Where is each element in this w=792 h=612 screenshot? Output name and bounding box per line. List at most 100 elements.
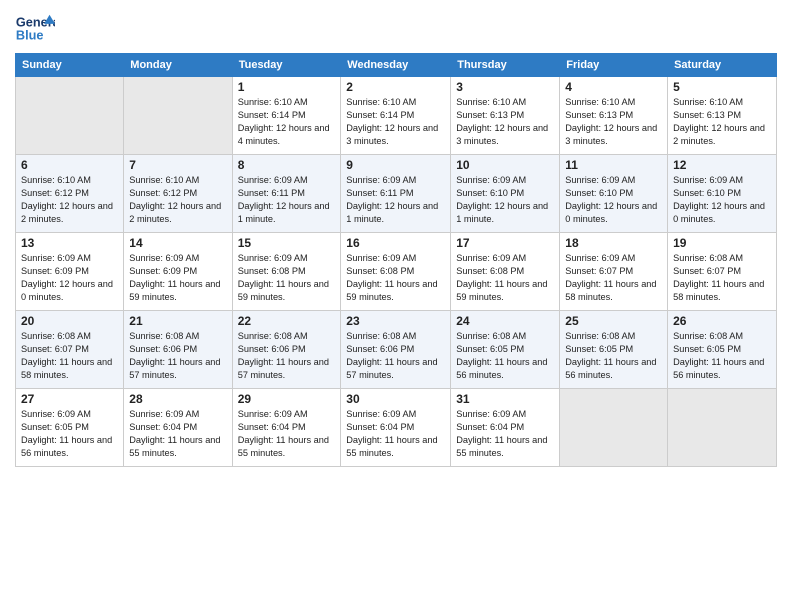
day-cell: 14 Sunrise: 6:09 AM Sunset: 6:09 PM Dayli… [124, 233, 232, 311]
day-cell [668, 389, 777, 467]
day-number: 13 [21, 236, 118, 250]
day-info: Sunrise: 6:08 AM Sunset: 6:07 PM Dayligh… [21, 330, 118, 382]
weekday-header-row: SundayMondayTuesdayWednesdayThursdayFrid… [16, 54, 777, 77]
day-cell: 30Sunrise: 6:09 AM Sunset: 6:04 PM Dayli… [341, 389, 451, 467]
day-cell: 24 Sunrise: 6:08 AM Sunset: 6:05 PM Dayli… [451, 311, 560, 389]
day-info: Sunrise: 6:09 AM Sunset: 6:10 PM Dayligh… [673, 174, 771, 226]
svg-text:Blue: Blue [16, 27, 44, 42]
day-info: Sunrise: 6:08 AM Sunset: 6:05 PM Dayligh… [673, 330, 771, 382]
day-number: 25 [565, 314, 662, 328]
day-info: Sunrise: 6:10 AM Sunset: 6:12 PM Dayligh… [129, 174, 226, 226]
day-info: Sunrise: 6:08 AM Sunset: 6:05 PM Dayligh… [565, 330, 662, 382]
day-number: 12 [673, 158, 771, 172]
day-number: 20 [21, 314, 118, 328]
day-info: Sunrise: 6:10 AM Sunset: 6:13 PM Dayligh… [565, 96, 662, 148]
week-row-4: 20 Sunrise: 6:08 AM Sunset: 6:07 PM Dayli… [16, 311, 777, 389]
logo: General Blue [15, 10, 59, 45]
day-info: Sunrise: 6:09 AM Sunset: 6:09 PM Dayligh… [129, 252, 226, 304]
day-cell [560, 389, 668, 467]
day-number: 7 [129, 158, 226, 172]
day-cell: 9Sunrise: 6:09 AM Sunset: 6:11 PM Daylig… [341, 155, 451, 233]
day-cell: 11 Sunrise: 6:09 AM Sunset: 6:10 PM Dayli… [560, 155, 668, 233]
weekday-header-wednesday: Wednesday [341, 54, 451, 77]
day-cell: 1 Sunrise: 6:10 AM Sunset: 6:14 PM Daylig… [232, 77, 341, 155]
day-info: Sunrise: 6:09 AM Sunset: 6:09 PM Dayligh… [21, 252, 118, 304]
day-cell: 12 Sunrise: 6:09 AM Sunset: 6:10 PM Dayli… [668, 155, 777, 233]
day-number: 19 [673, 236, 771, 250]
day-number: 11 [565, 158, 662, 172]
day-info: Sunrise: 6:08 AM Sunset: 6:05 PM Dayligh… [456, 330, 554, 382]
day-cell: 6Sunrise: 6:10 AM Sunset: 6:12 PM Daylig… [16, 155, 124, 233]
day-info: Sunrise: 6:08 AM Sunset: 6:06 PM Dayligh… [129, 330, 226, 382]
day-info: Sunrise: 6:09 AM Sunset: 6:05 PM Dayligh… [21, 408, 118, 460]
day-info: Sunrise: 6:08 AM Sunset: 6:06 PM Dayligh… [238, 330, 336, 382]
day-info: Sunrise: 6:10 AM Sunset: 6:14 PM Dayligh… [238, 96, 336, 148]
day-number: 21 [129, 314, 226, 328]
day-number: 22 [238, 314, 336, 328]
day-cell: 7 Sunrise: 6:10 AM Sunset: 6:12 PM Daylig… [124, 155, 232, 233]
day-info: Sunrise: 6:09 AM Sunset: 6:08 PM Dayligh… [456, 252, 554, 304]
day-number: 14 [129, 236, 226, 250]
day-info: Sunrise: 6:10 AM Sunset: 6:13 PM Dayligh… [456, 96, 554, 148]
day-number: 5 [673, 80, 771, 94]
weekday-header-thursday: Thursday [451, 54, 560, 77]
day-info: Sunrise: 6:10 AM Sunset: 6:13 PM Dayligh… [673, 96, 771, 148]
day-cell: 4 Sunrise: 6:10 AM Sunset: 6:13 PM Daylig… [560, 77, 668, 155]
day-cell: 27 Sunrise: 6:09 AM Sunset: 6:05 PM Dayli… [16, 389, 124, 467]
calendar-table: SundayMondayTuesdayWednesdayThursdayFrid… [15, 53, 777, 467]
day-cell: 13 Sunrise: 6:09 AM Sunset: 6:09 PM Dayli… [16, 233, 124, 311]
day-cell: 3 Sunrise: 6:10 AM Sunset: 6:13 PM Daylig… [451, 77, 560, 155]
day-cell: 18 Sunrise: 6:09 AM Sunset: 6:07 PM Dayli… [560, 233, 668, 311]
week-row-1: 1 Sunrise: 6:10 AM Sunset: 6:14 PM Daylig… [16, 77, 777, 155]
day-number: 28 [129, 392, 226, 406]
day-number: 31 [456, 392, 554, 406]
day-number: 29 [238, 392, 336, 406]
day-cell: 15Sunrise: 6:09 AM Sunset: 6:08 PM Dayli… [232, 233, 341, 311]
day-info: Sunrise: 6:09 AM Sunset: 6:10 PM Dayligh… [565, 174, 662, 226]
day-cell [124, 77, 232, 155]
day-number: 30 [346, 392, 445, 406]
day-info: Sunrise: 6:10 AM Sunset: 6:12 PM Dayligh… [21, 174, 118, 226]
weekday-header-saturday: Saturday [668, 54, 777, 77]
day-info: Sunrise: 6:09 AM Sunset: 6:11 PM Dayligh… [346, 174, 445, 226]
day-cell: 28 Sunrise: 6:09 AM Sunset: 6:04 PM Dayli… [124, 389, 232, 467]
day-cell: 20 Sunrise: 6:08 AM Sunset: 6:07 PM Dayli… [16, 311, 124, 389]
day-cell: 8 Sunrise: 6:09 AM Sunset: 6:11 PM Daylig… [232, 155, 341, 233]
day-number: 1 [238, 80, 336, 94]
day-number: 26 [673, 314, 771, 328]
day-cell: 31Sunrise: 6:09 AM Sunset: 6:04 PM Dayli… [451, 389, 560, 467]
logo-icon: General Blue [15, 10, 55, 45]
day-number: 8 [238, 158, 336, 172]
day-cell: 17Sunrise: 6:09 AM Sunset: 6:08 PM Dayli… [451, 233, 560, 311]
day-info: Sunrise: 6:09 AM Sunset: 6:04 PM Dayligh… [238, 408, 336, 460]
day-info: Sunrise: 6:08 AM Sunset: 6:07 PM Dayligh… [673, 252, 771, 304]
day-cell: 29 Sunrise: 6:09 AM Sunset: 6:04 PM Dayli… [232, 389, 341, 467]
day-number: 2 [346, 80, 445, 94]
day-cell: 19 Sunrise: 6:08 AM Sunset: 6:07 PM Dayli… [668, 233, 777, 311]
day-info: Sunrise: 6:09 AM Sunset: 6:04 PM Dayligh… [129, 408, 226, 460]
day-cell: 26 Sunrise: 6:08 AM Sunset: 6:05 PM Dayli… [668, 311, 777, 389]
day-number: 23 [346, 314, 445, 328]
day-number: 16 [346, 236, 445, 250]
weekday-header-tuesday: Tuesday [232, 54, 341, 77]
day-number: 3 [456, 80, 554, 94]
day-number: 27 [21, 392, 118, 406]
week-row-5: 27 Sunrise: 6:09 AM Sunset: 6:05 PM Dayli… [16, 389, 777, 467]
day-info: Sunrise: 6:09 AM Sunset: 6:08 PM Dayligh… [238, 252, 336, 304]
weekday-header-friday: Friday [560, 54, 668, 77]
day-number: 10 [456, 158, 554, 172]
day-cell: 21 Sunrise: 6:08 AM Sunset: 6:06 PM Dayli… [124, 311, 232, 389]
day-info: Sunrise: 6:09 AM Sunset: 6:08 PM Dayligh… [346, 252, 445, 304]
day-number: 18 [565, 236, 662, 250]
day-cell: 5 Sunrise: 6:10 AM Sunset: 6:13 PM Daylig… [668, 77, 777, 155]
day-info: Sunrise: 6:10 AM Sunset: 6:14 PM Dayligh… [346, 96, 445, 148]
day-number: 24 [456, 314, 554, 328]
page: General Blue SundayMondayTuesdayWednesda… [0, 0, 792, 612]
day-cell: 25 Sunrise: 6:08 AM Sunset: 6:05 PM Dayli… [560, 311, 668, 389]
day-number: 4 [565, 80, 662, 94]
day-cell: 2 Sunrise: 6:10 AM Sunset: 6:14 PM Daylig… [341, 77, 451, 155]
day-cell [16, 77, 124, 155]
day-info: Sunrise: 6:09 AM Sunset: 6:11 PM Dayligh… [238, 174, 336, 226]
day-info: Sunrise: 6:09 AM Sunset: 6:07 PM Dayligh… [565, 252, 662, 304]
week-row-3: 13 Sunrise: 6:09 AM Sunset: 6:09 PM Dayli… [16, 233, 777, 311]
